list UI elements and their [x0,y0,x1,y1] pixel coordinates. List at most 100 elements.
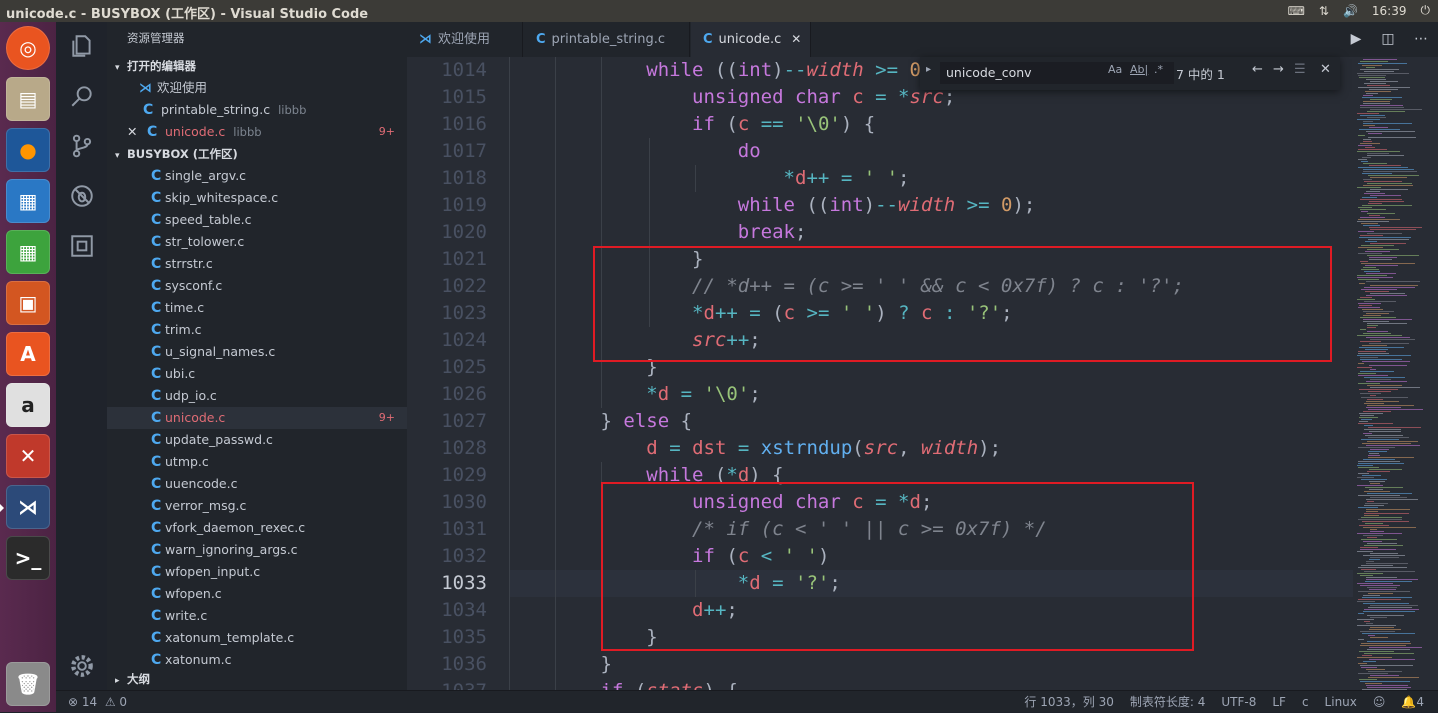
manage-gear-icon[interactable] [68,652,96,680]
search-icon[interactable] [68,82,96,110]
source-control-icon[interactable] [68,132,96,160]
file-tree-item[interactable]: Cwarn_ignoring_args.c [107,539,407,561]
find-in-selection-icon[interactable]: ☰ [1294,62,1306,77]
ubuntu-logo-icon[interactable]: ◎ [6,26,50,70]
minimap-line [1370,449,1389,450]
minimap-line [1363,225,1380,226]
keyboard-icon[interactable]: ⌨ [1288,4,1305,18]
code-line[interactable]: do [509,138,761,165]
files-icon[interactable]: ▤ [6,77,50,121]
calc-icon[interactable]: ▦ [6,230,50,274]
network-icon[interactable]: ⇅ [1319,4,1329,18]
file-tree-item[interactable]: Cutmp.c [107,451,407,473]
file-tree-item[interactable]: Cverror_msg.c [107,495,407,517]
writer-icon[interactable]: ▦ [6,179,50,223]
minimap-line [1367,331,1388,332]
whole-word-icon[interactable]: Ab| [1130,63,1148,76]
minimap-line [1357,187,1381,188]
explorer-icon[interactable] [68,32,96,60]
c-file-icon: C [151,344,162,360]
encoding[interactable]: UTF-8 [1221,691,1256,713]
software-center-icon[interactable]: A [6,332,50,376]
file-tree-item[interactable]: Cvfork_daemon_rexec.c [107,517,407,539]
file-tree-item[interactable]: Cspeed_table.c [107,209,407,231]
close-icon[interactable]: ✕ [127,121,143,143]
minimap-line [1362,309,1383,310]
extensions-icon[interactable] [68,232,96,260]
outline-section[interactable]: ▸ 大纲 [107,668,407,690]
file-tree-item[interactable]: Csingle_argv.c [107,165,407,187]
open-editors-section[interactable]: ▾ 打开的编辑器 [107,55,407,77]
power-icon[interactable]: ⏻ [1421,3,1431,18]
previous-match-icon[interactable]: ← [1252,62,1263,77]
amazon-icon[interactable]: a [6,383,50,427]
indentation[interactable]: 制表符长度: 4 [1130,691,1206,713]
close-find-icon[interactable]: ✕ [1320,62,1331,77]
line-number: 1031 [441,518,487,540]
code-line[interactable]: *d++ = ' '; [509,165,910,192]
open-editor-item[interactable]: ⋊ 欢迎使用 [107,77,407,99]
minimap-line [1360,575,1373,576]
debug-icon[interactable] [68,182,96,210]
code-line[interactable]: unsigned char c = *src; [509,84,955,111]
terminal-icon[interactable]: >_ [6,536,50,580]
file-tree-item[interactable]: Csysconf.c [107,275,407,297]
code-line[interactable]: *d = '\0'; [509,381,760,408]
minimap[interactable] [1353,57,1438,696]
match-case-icon[interactable]: Aa [1108,63,1122,76]
file-tree-item[interactable]: Ctrim.c [107,319,407,341]
tab-unicode[interactable]: Cunicode.c ✕ [691,22,811,57]
file-tree-item[interactable]: Ctime.c [107,297,407,319]
code-line[interactable]: d = dst = xstrndup(src, width); [509,435,1001,462]
end-of-line[interactable]: LF [1272,691,1286,713]
code-line[interactable]: while ((int)--width >= 0); [509,192,1036,219]
trash-icon[interactable]: 🗑 [6,662,50,706]
workspace-section[interactable]: ▾ BUSYBOX (工作区) [107,143,407,165]
file-tree-item[interactable]: Cwrite.c [107,605,407,627]
file-tree-item[interactable]: Cwfopen_input.c [107,561,407,583]
code-line[interactable]: if (stats) { [509,678,738,690]
firefox-icon[interactable]: ● [6,128,50,172]
clock[interactable]: 16:39 [1372,4,1407,18]
file-tree-item[interactable]: Cstr_tolower.c [107,231,407,253]
regex-icon[interactable]: .* [1154,63,1163,76]
c-file-icon: C [151,234,162,250]
toggle-replace-icon[interactable]: ▸ [926,64,931,75]
language-mode[interactable]: c [1302,691,1309,713]
impress-icon[interactable]: ▣ [6,281,50,325]
code-line[interactable]: } else { [509,408,693,435]
settings-icon[interactable]: ✕ [6,434,50,478]
code-line[interactable]: while ((int)--width >= 0) { [509,57,955,84]
tab-welcome[interactable]: ⋊ 欢迎使用 [407,22,523,57]
file-tree-item[interactable]: Cstrrstr.c [107,253,407,275]
open-editor-item[interactable]: C printable_string.c libbb [107,99,407,121]
file-tree-item[interactable]: Cu_signal_names.c [107,341,407,363]
code-line[interactable]: if (c == '\0') { [509,111,875,138]
notifications[interactable]: 🔔4 [1401,691,1424,713]
file-tree-item[interactable]: Cxatonum_template.c [107,627,407,649]
tab-printable-string[interactable]: Cprintable_string.c [524,22,690,57]
more-actions-icon[interactable]: ⋯ [1410,28,1432,50]
code-editor[interactable]: 1014 1015 1016 1017 1018 1019 1020 1021 1022 1023… [407,57,1353,690]
file-tree-item[interactable]: Cuuencode.c [107,473,407,495]
file-tree-item[interactable]: Cubi.c [107,363,407,385]
volume-icon[interactable]: 🔊 [1343,4,1358,18]
problems-indicator[interactable]: ⊗ 14 ⚠ 0 [68,691,127,713]
file-tree-item[interactable]: Cunicode.c 9+ [107,407,407,429]
cursor-position[interactable]: 行 1033，列 30 [1024,691,1113,713]
next-match-icon[interactable]: → [1273,62,1284,77]
file-tree-item[interactable]: Cwfopen.c [107,583,407,605]
vscode-icon[interactable]: ⋊ [0,485,50,529]
file-tree-item[interactable]: Cupdate_passwd.c [107,429,407,451]
platform[interactable]: Linux [1325,691,1357,713]
open-editor-item[interactable]: ✕ C unicode.c libbb 9+ [107,121,407,143]
code-line[interactable]: } [509,651,612,678]
minimap-line [1360,371,1394,372]
code-line[interactable]: break; [509,219,807,246]
file-tree-item[interactable]: Cskip_whitespace.c [107,187,407,209]
close-tab-icon[interactable]: ✕ [791,32,801,46]
feedback-icon[interactable]: ☺ [1373,691,1386,713]
run-icon[interactable]: ▶ [1345,28,1367,50]
file-tree-item[interactable]: Cudp_io.c [107,385,407,407]
split-editor-icon[interactable]: ◫ [1377,28,1399,50]
